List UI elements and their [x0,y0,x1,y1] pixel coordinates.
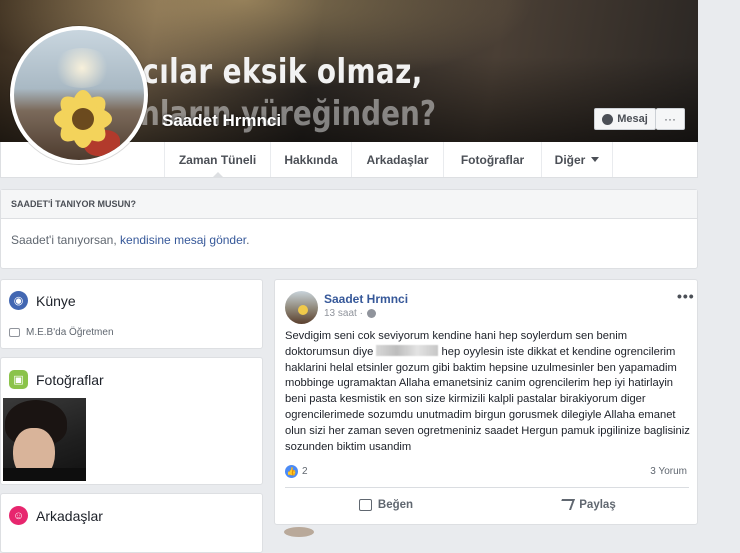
know-box: SAADET'İ TANIYOR MUSUN? Saadet'i tanıyor… [0,189,698,269]
messenger-icon [602,113,614,125]
sun-glow [52,48,112,88]
friends-card: ☺ Arkadaşlar [0,493,263,553]
message-button-label: Mesaj [617,113,648,125]
like-reaction-icon: 👍 [285,465,298,478]
intro-title-label: Künye [36,292,76,309]
work-text[interactable]: M.E.B'da Öğretmen [26,327,114,338]
cover-text-line1: ncılar eksik olmaz, [122,52,423,92]
photo-shirt [3,468,86,481]
comment-avatar-peek [284,527,314,537]
like-button-label: Beğen [377,498,414,511]
know-box-text: Saadet'i tanıyorsan, [11,233,121,247]
caret-down-icon [591,157,600,162]
intro-title: ◉ Künye [9,291,76,310]
post-author-avatar[interactable] [285,291,318,324]
likes-count: 2 [302,466,308,477]
share-button[interactable]: Paylaş [487,488,689,521]
reactions-summary[interactable]: 👍 2 [285,465,308,478]
tab-about[interactable]: Hakkında [270,142,351,177]
right-margin [698,0,740,533]
friends-title-label: Arkadaşlar [36,507,103,524]
post-timestamp: 13 saat · [324,308,376,319]
know-box-period: . [246,233,250,247]
post-menu-button[interactable]: ••• [677,288,695,304]
profile-page: ncılar eksik olmaz, nların yüreğinden? S… [0,0,740,553]
tab-friends-label: Arkadaşlar [366,152,429,167]
globe-icon: ◉ [9,291,28,310]
flower-icon [298,305,308,315]
tab-timeline[interactable]: Zaman Tüneli [164,142,270,178]
public-globe-icon [366,309,376,318]
tab-more-label: Diğer [554,152,586,167]
send-message-link[interactable]: kendisine mesaj gönder [120,233,246,247]
intro-card: ◉ Künye M.E.B'da Öğretmen [0,279,263,349]
message-button[interactable]: Mesaj [594,108,656,130]
thumbs-up-icon [358,498,372,511]
tab-timeline-label: Zaman Tüneli [178,152,257,167]
photo-thumbnail[interactable] [3,398,86,481]
photos-icon: ▣ [9,370,28,389]
work-info: M.E.B'da Öğretmen [9,327,114,338]
more-options-button[interactable]: ··· [656,108,685,130]
friends-icon: ☺ [9,506,28,525]
flower-center [72,108,94,130]
blurred-text [376,344,439,356]
tab-more[interactable]: Diğer [541,142,613,177]
share-arrow-icon [558,499,576,510]
profile-avatar[interactable] [10,26,148,164]
like-button[interactable]: Beğen [285,488,487,521]
photos-title[interactable]: ▣ Fotoğraflar [9,370,104,389]
know-box-header: SAADET'İ TANIYOR MUSUN? [1,190,697,219]
tab-photos-label: Fotoğraflar [460,152,525,167]
post-time-text[interactable]: 13 saat · [324,308,363,319]
know-box-body: Saadet'i tanıyorsan, kendisine mesaj gön… [1,219,697,261]
post-author-name[interactable]: Saadet Hrmnci [324,292,408,306]
friends-title[interactable]: ☺ Arkadaşlar [9,506,103,525]
share-button-label: Paylaş [579,498,616,511]
timeline-post: Saadet Hrmnci 13 saat · ••• Sevdigim sen… [274,279,698,525]
tab-about-label: Hakkında [284,152,338,167]
tab-friends[interactable]: Arkadaşlar [351,142,443,177]
comments-count[interactable]: 3 Yorum [650,466,687,477]
post-text: Sevdigim seni cok seviyorum kendine hani… [285,329,693,455]
post-text-part2: hep oyylesin iste dikkat et kendine ogre… [285,345,690,453]
photos-title-label: Fotoğraflar [36,371,104,388]
tab-photos[interactable]: Fotoğraflar [443,142,541,177]
profile-name[interactable]: Saadet Hrmnci [162,111,281,131]
post-actions: Beğen Paylaş [285,487,689,521]
briefcase-icon [9,328,20,337]
